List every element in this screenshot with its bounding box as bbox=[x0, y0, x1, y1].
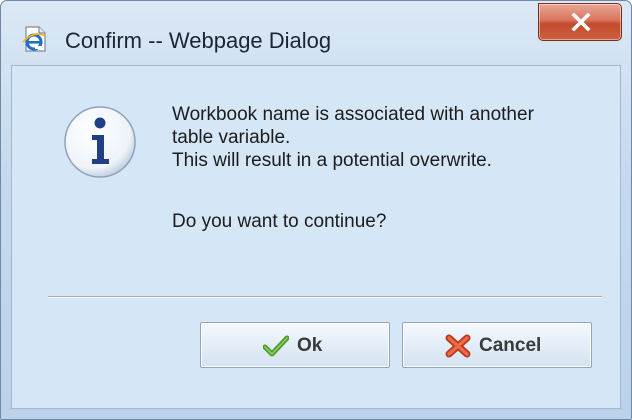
ok-button[interactable]: Ok bbox=[200, 322, 390, 368]
checkmark-icon bbox=[263, 335, 289, 357]
window-title: Confirm -- Webpage Dialog bbox=[65, 28, 332, 53]
cancel-button-label: Cancel bbox=[479, 335, 542, 356]
close-button[interactable] bbox=[538, 3, 622, 41]
ie-page-icon bbox=[22, 26, 46, 52]
message-line: Workbook name is associated with another bbox=[172, 104, 534, 125]
ok-button-label: Ok bbox=[297, 335, 323, 356]
cross-icon bbox=[445, 334, 471, 358]
question-text: Do you want to continue? bbox=[172, 211, 387, 232]
confirm-dialog-window: Confirm -- Webpage Dialog Workbook name … bbox=[0, 0, 632, 420]
info-icon bbox=[64, 106, 136, 178]
cancel-button[interactable]: Cancel bbox=[402, 322, 592, 368]
message-line: This will result in a potential overwrit… bbox=[172, 150, 492, 171]
message-text: Workbook name is associated with another… bbox=[172, 103, 602, 172]
close-icon bbox=[571, 13, 591, 31]
divider bbox=[48, 296, 602, 298]
message-line: table variable. bbox=[172, 127, 291, 148]
title-bar[interactable]: Confirm -- Webpage Dialog bbox=[1, 1, 631, 59]
dialog-content: Workbook name is associated with another… bbox=[11, 65, 621, 409]
